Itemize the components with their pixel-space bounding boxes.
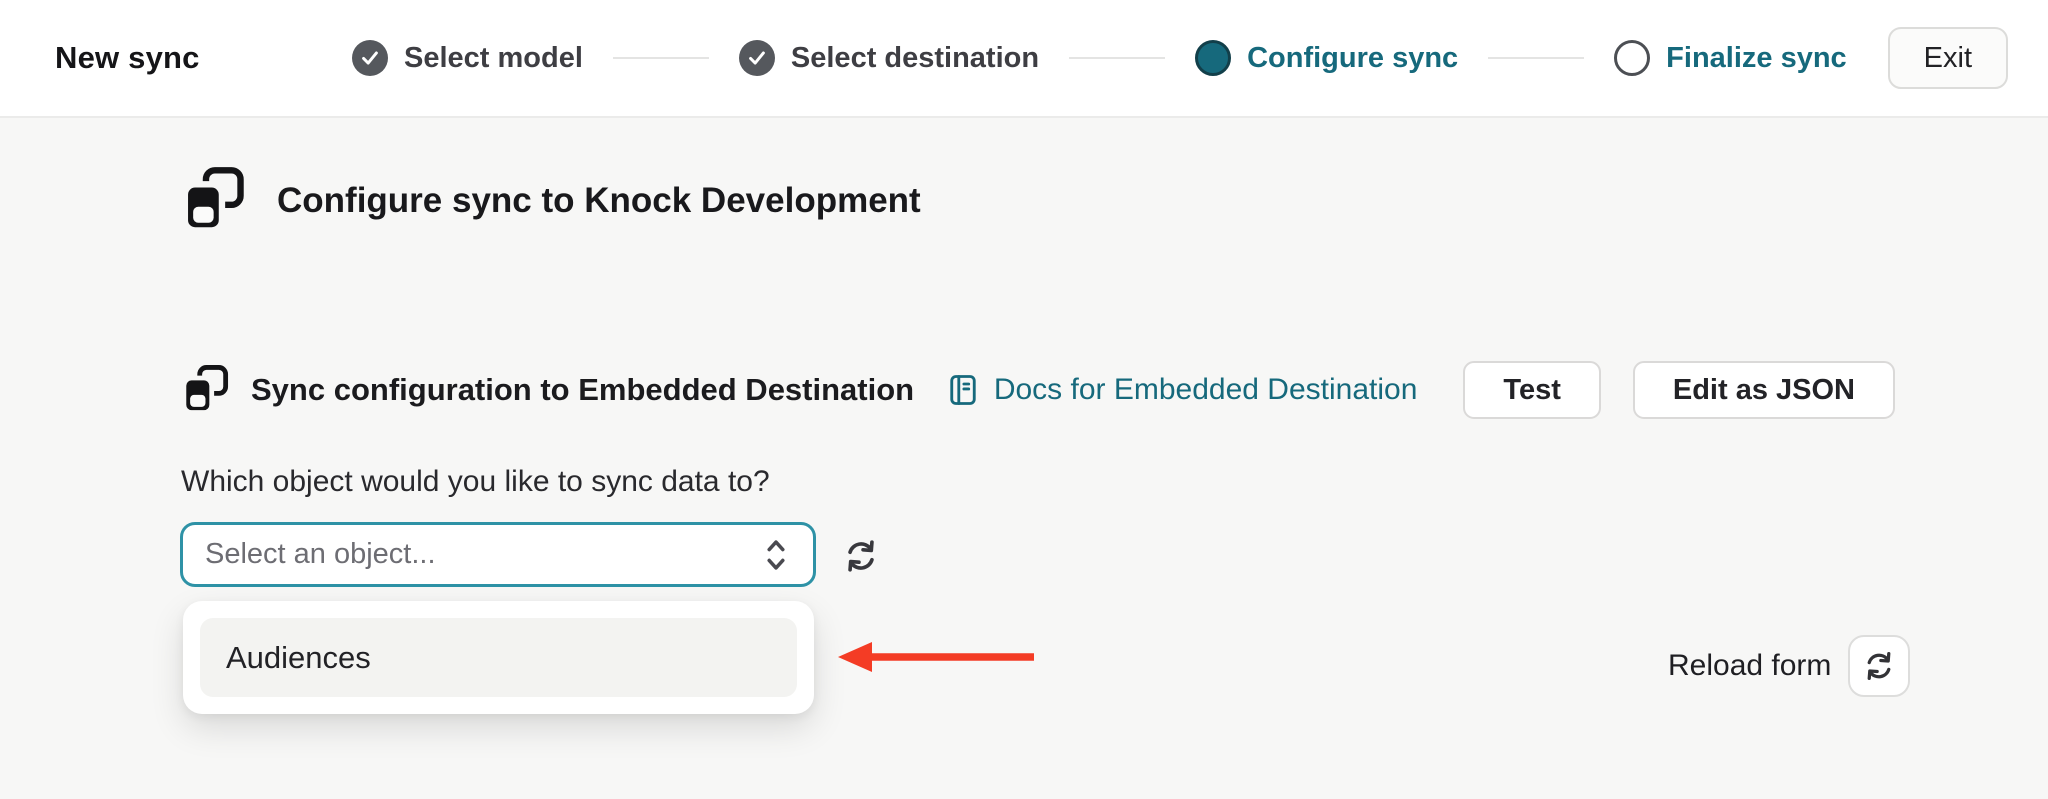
reload-form-label: Reload form (1668, 649, 1832, 682)
step-upcoming-circle-icon (1614, 40, 1651, 76)
edit-as-json-button[interactable]: Edit as JSON (1632, 361, 1895, 419)
red-arrow-left-icon (836, 638, 1038, 676)
wizard-top-bar: New sync Select model Select destination (0, 0, 2048, 118)
test-button[interactable]: Test (1463, 361, 1601, 419)
step-label: Select destination (790, 41, 1040, 74)
refresh-arrows-icon (1862, 649, 1896, 683)
docs-link[interactable]: Docs for Embedded Destination (945, 372, 1418, 408)
step-select-destination[interactable]: Select destination (738, 40, 1040, 76)
step-label: Finalize sync (1666, 41, 1847, 74)
step-finalize-sync[interactable]: Finalize sync (1614, 40, 1847, 76)
section-title: Sync configuration to Embedded Destinati… (251, 372, 915, 407)
new-sync-wizard-page: New sync Select model Select destination (0, 0, 2048, 799)
step-connector (1488, 57, 1585, 59)
reload-form-row: Reload form (1668, 635, 1911, 697)
step-complete-check-icon (738, 40, 775, 76)
section-actions: Docs for Embedded Destination Test Edit … (945, 361, 1895, 419)
step-current-dot-icon (1195, 40, 1232, 76)
configure-sync-title: Configure sync to Knock Development (277, 181, 921, 220)
step-connector (1069, 57, 1166, 59)
page-title: New sync (55, 40, 200, 75)
object-question-label: Which object would you like to sync data… (181, 465, 770, 498)
step-label: Select model (404, 41, 583, 74)
docs-link-label: Docs for Embedded Destination (993, 373, 1418, 406)
wizard-stepper: Select model Select destination Configur… (352, 0, 1847, 116)
step-select-model[interactable]: Select model (352, 40, 583, 76)
refresh-objects-icon[interactable] (841, 536, 881, 576)
destination-card-icon (181, 364, 229, 417)
dropdown-option-audiences[interactable]: Audiences (200, 618, 797, 697)
step-configure-sync[interactable]: Configure sync (1195, 40, 1458, 76)
step-connector (612, 57, 709, 59)
object-select[interactable]: Select an object... (180, 522, 816, 587)
sync-configuration-header-row: Sync configuration to Embedded Destinati… (181, 361, 1895, 419)
page-heading: Configure sync to Knock Development (181, 166, 921, 236)
book-icon (945, 372, 981, 408)
destination-card-icon (181, 166, 245, 236)
object-select-dropdown: Audiences (183, 601, 814, 714)
sync-configuration-heading: Sync configuration to Embedded Destinati… (181, 364, 914, 417)
object-select-placeholder: Select an object... (205, 538, 436, 570)
step-label: Configure sync (1247, 41, 1459, 74)
exit-button[interactable]: Exit (1887, 27, 2008, 89)
step-complete-check-icon (352, 40, 388, 76)
chevron-up-down-icon (759, 536, 793, 574)
reload-form-button[interactable] (1848, 635, 1911, 697)
